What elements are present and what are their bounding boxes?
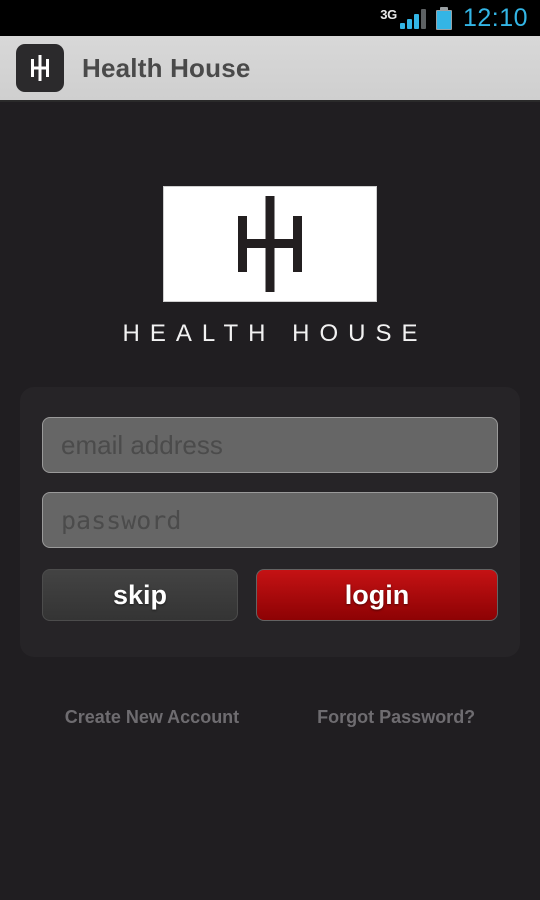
brand-wordmark: HEALTH HOUSE <box>122 320 428 347</box>
health-house-monogram-icon[interactable] <box>16 44 64 92</box>
login-form-card: email address password skip login <box>20 387 520 657</box>
skip-button[interactable]: skip <box>42 569 238 621</box>
page-title: Health House <box>82 52 251 83</box>
password-field[interactable]: password <box>42 492 498 548</box>
brand-block: HEALTH HOUSE <box>0 186 540 348</box>
network-type-label: 3G <box>380 6 397 22</box>
battery-charging-icon <box>435 6 452 30</box>
login-content: HEALTH HOUSE email address password skip… <box>0 102 540 900</box>
status-bar: 3G 12:10 <box>0 0 540 36</box>
status-bar-clock: 12:10 <box>462 3 528 32</box>
footer-links: Create New Account Forgot Password? <box>0 707 540 728</box>
status-bar-right-cluster: 3G 12:10 <box>380 4 528 33</box>
create-new-account-link[interactable]: Create New Account <box>65 707 239 728</box>
login-button[interactable]: login <box>256 569 498 621</box>
action-bar: Health House <box>0 36 540 102</box>
app-screen: 3G 12:10 Health House HEALTH HOUSE email… <box>0 0 540 900</box>
health-house-monogram-logo <box>163 186 377 302</box>
signal-bars-icon <box>399 7 426 29</box>
email-field[interactable]: email address <box>42 417 498 473</box>
forgot-password-link[interactable]: Forgot Password? <box>317 707 475 728</box>
